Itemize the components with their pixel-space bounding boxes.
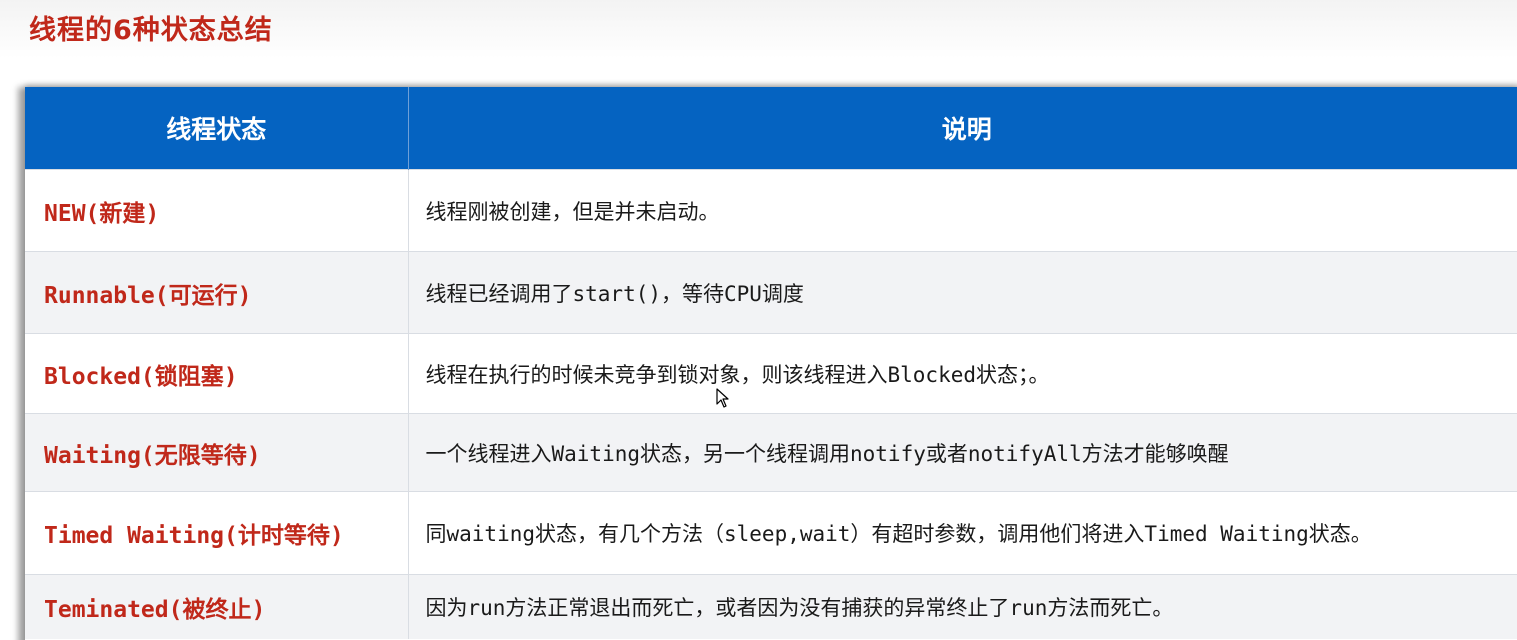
state-cell: Teminated(被终止) bbox=[25, 574, 409, 639]
mouse-pointer-icon bbox=[716, 388, 729, 408]
state-cell: Timed Waiting(计时等待) bbox=[25, 491, 409, 575]
slide-title: 线程的6种状态总结 bbox=[29, 15, 273, 46]
thread-state-table: 线程状态 说明 NEW(新建) 线程刚被创建，但是并未启动。 Runnable(… bbox=[25, 87, 1517, 639]
description-cell: 因为run方法正常退出而死亡，或者因为没有捕获的异常终止了run方法而死亡。 bbox=[408, 574, 1517, 639]
header-description: 说明 bbox=[408, 87, 1517, 170]
description-cell: 线程刚被创建，但是并未启动。 bbox=[408, 169, 1517, 252]
table-row: Blocked(锁阻塞) 线程在执行的时候未竞争到锁对象，则该线程进入Block… bbox=[25, 333, 1517, 414]
state-cell: Blocked(锁阻塞) bbox=[25, 333, 409, 414]
header-row: 线程状态 说明 bbox=[25, 87, 1517, 170]
table-body: NEW(新建) 线程刚被创建，但是并未启动。 Runnable(可运行) 线程已… bbox=[25, 169, 1517, 639]
description-cell: 同waiting状态，有几个方法（sleep,wait）有超时参数，调用他们将进… bbox=[408, 491, 1517, 575]
state-cell: Runnable(可运行) bbox=[25, 251, 409, 334]
table-row: NEW(新建) 线程刚被创建，但是并未启动。 bbox=[25, 169, 1517, 252]
state-cell: Waiting(无限等待) bbox=[25, 413, 409, 492]
header-state: 线程状态 bbox=[25, 87, 409, 170]
state-cell: NEW(新建) bbox=[25, 169, 409, 252]
slide-page: 线程的6种状态总结 线程状态 说明 NEW(新建) 线程刚被创建，但是并未启动。… bbox=[0, 0, 1517, 640]
table-row: Teminated(被终止) 因为run方法正常退出而死亡，或者因为没有捕获的异… bbox=[25, 574, 1517, 639]
description-cell: 线程在执行的时候未竞争到锁对象，则该线程进入Blocked状态；。 bbox=[408, 333, 1517, 414]
table-header: 线程状态 说明 bbox=[25, 87, 1517, 170]
description-cell: 一个线程进入Waiting状态，另一个线程调用notify或者notifyAll… bbox=[408, 413, 1517, 492]
thread-state-table-container: 线程状态 说明 NEW(新建) 线程刚被创建，但是并未启动。 Runnable(… bbox=[25, 87, 1517, 640]
table-row: Waiting(无限等待) 一个线程进入Waiting状态，另一个线程调用not… bbox=[25, 413, 1517, 492]
table-row: Timed Waiting(计时等待) 同waiting状态，有几个方法（sle… bbox=[25, 491, 1517, 575]
table-row: Runnable(可运行) 线程已经调用了start()，等待CPU调度 bbox=[25, 251, 1517, 334]
description-cell: 线程已经调用了start()，等待CPU调度 bbox=[408, 251, 1517, 334]
